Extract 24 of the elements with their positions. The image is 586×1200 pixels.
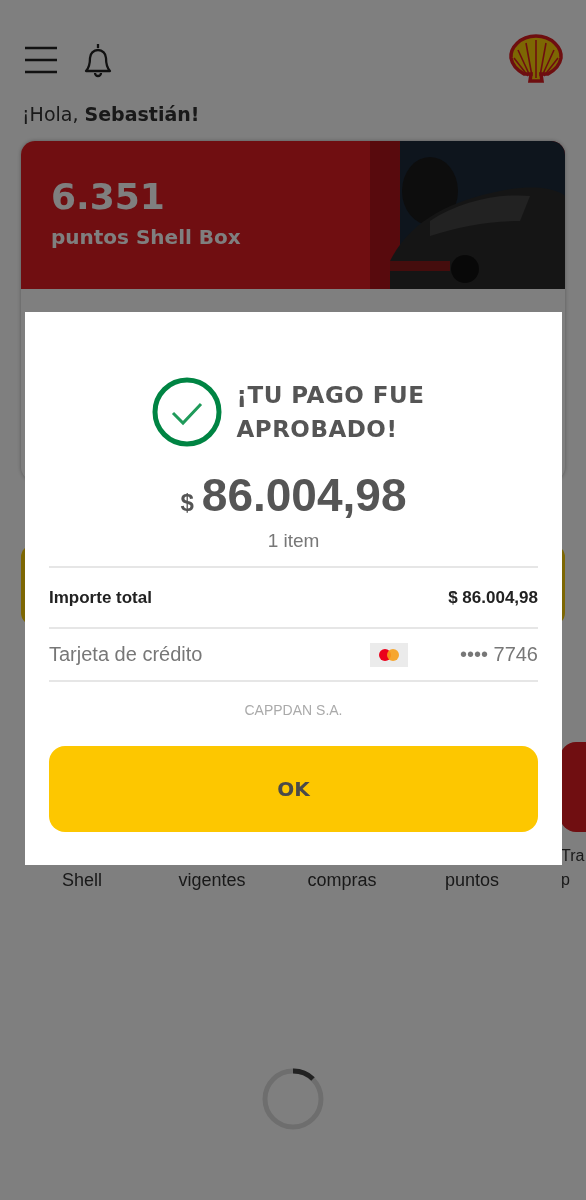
summary-label: Importe total xyxy=(49,587,153,608)
summary-label: Tarjeta de crédito xyxy=(49,643,204,666)
shortcut-tile[interactable] xyxy=(560,742,586,832)
shortcut-label[interactable]: vigentes xyxy=(178,868,246,892)
shortcut-label[interactable]: Shell xyxy=(62,868,102,892)
shortcut-label[interactable]: puntos xyxy=(444,868,499,892)
summary-value: $ 86.004,98 xyxy=(448,587,538,608)
dialog-title: ¡TU PAGO FUE APROBADO! xyxy=(236,381,426,444)
payment-amount: 86.004,98 xyxy=(201,468,407,522)
shortcut-label[interactable]: p xyxy=(561,868,570,892)
item-count: 1 item xyxy=(266,530,321,552)
points-label: puntos Shell Box xyxy=(51,225,242,249)
greeting-text: ¡Hola, Sebastián! xyxy=(21,102,201,127)
currency-symbol: $ xyxy=(180,489,194,517)
menu-icon[interactable] xyxy=(24,46,58,74)
ok-button[interactable]: OK xyxy=(49,746,538,832)
summary-value: •••• 7746 xyxy=(459,643,538,666)
mastercard-icon xyxy=(369,642,408,667)
points-value: 6.351 xyxy=(51,179,166,215)
shell-logo xyxy=(508,34,564,86)
shortcut-label[interactable]: Tra xyxy=(561,844,585,868)
shortcut-label[interactable]: compras xyxy=(307,868,377,892)
loading-spinner-icon xyxy=(261,1067,325,1131)
check-circle-icon xyxy=(150,376,223,448)
